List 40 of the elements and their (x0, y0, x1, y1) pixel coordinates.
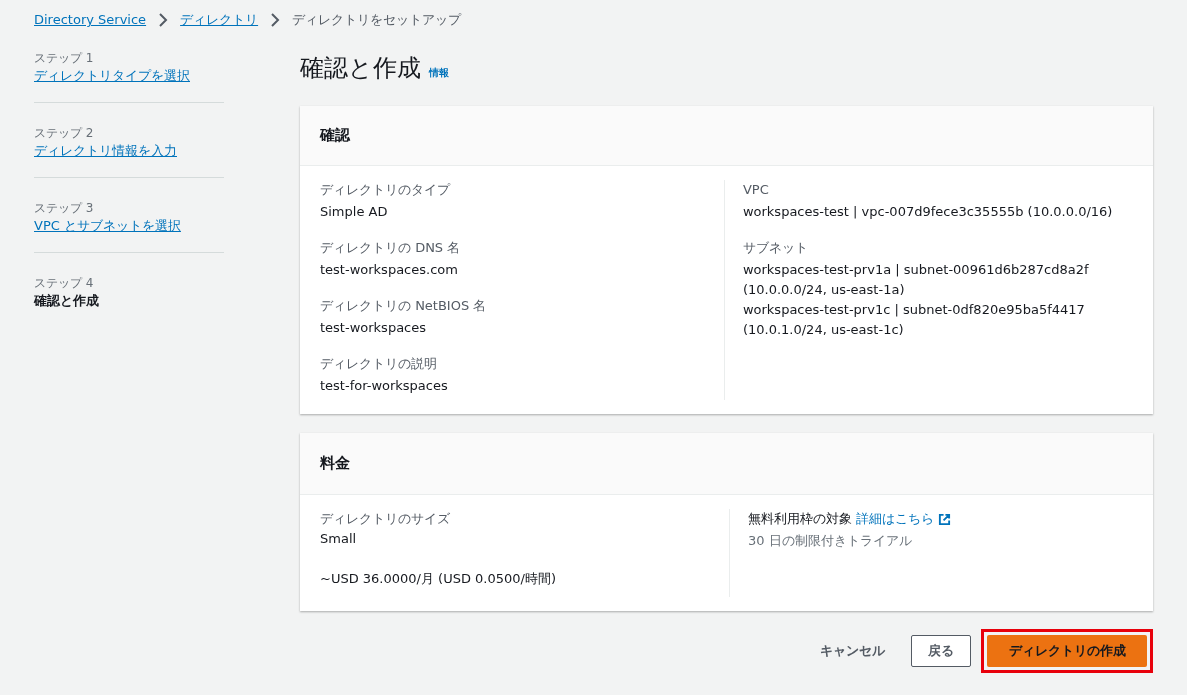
info-link[interactable]: 情報 (429, 65, 449, 80)
breadcrumb-link[interactable]: ディレクトリ (180, 10, 259, 30)
back-button[interactable]: 戻る (911, 635, 971, 667)
field-value: Simple AD (320, 203, 389, 221)
details-link[interactable]: 詳細はこちら (856, 509, 934, 529)
field-label: ディレクトリの NetBIOS 名 (320, 297, 488, 315)
field-value: test-workspaces (320, 319, 428, 337)
trial-text: 30 日の制限付きトライアル (748, 532, 913, 550)
chevron-right-icon (158, 13, 169, 27)
field-label: サブネット (742, 239, 809, 257)
step-link[interactable]: VPC とサブネットを選択 (34, 216, 224, 236)
step-number: ステップ 1 (34, 50, 95, 66)
cancel-button[interactable]: キャンセル (804, 635, 901, 667)
step-number: ステップ 3 (34, 200, 95, 216)
card-title: 料金 (320, 453, 350, 475)
current-step: 確認と作成 (34, 291, 224, 311)
field-value: workspaces-test-prv1a | subnet-00961d6b287cd8a2f (10.0.0.0/24, us-east-1a) (742, 261, 1090, 299)
field-value: test-for-workspaces (320, 377, 449, 395)
external-link-icon (938, 512, 951, 526)
step-number: ステップ 4 (34, 275, 95, 291)
field-label: ディレクトリの DNS 名 (320, 239, 462, 257)
field-value: test-workspaces.com (320, 261, 459, 279)
chevron-right-icon (270, 13, 281, 27)
field-value: Small (320, 530, 358, 548)
page-title: 確認と作成 (300, 53, 421, 84)
field-label: ディレクトリの説明 (320, 355, 438, 373)
field-value: workspaces-test-prv1c | subnet-0df820e95ba5f4417 (10.0.1.0/24, us-east-1c) (742, 301, 1086, 339)
field-label: 無料利用枠の対象 (748, 510, 852, 528)
field-label: ディレクトリのサイズ (320, 510, 451, 528)
step-number: ステップ 2 (34, 125, 95, 141)
price-text: ~USD 36.0000/月 (USD 0.0500/時間) (320, 570, 557, 588)
step-link[interactable]: ディレクトリ情報を入力 (34, 141, 224, 161)
step-link[interactable]: ディレクトリタイプを選択 (34, 66, 224, 86)
create-button[interactable]: ディレクトリの作成 (987, 635, 1147, 667)
card-title: 確認 (320, 125, 350, 147)
field-label: ディレクトリのタイプ (320, 181, 452, 199)
field-label: VPC (742, 181, 770, 199)
field-value: workspaces-test | vpc-007d9fece3c35555b (10.0.0.0/16) (742, 203, 1114, 221)
breadcrumb-link[interactable]: Directory Service (34, 10, 147, 30)
breadcrumb-current: ディレクトリをセットアップ (292, 11, 462, 30)
